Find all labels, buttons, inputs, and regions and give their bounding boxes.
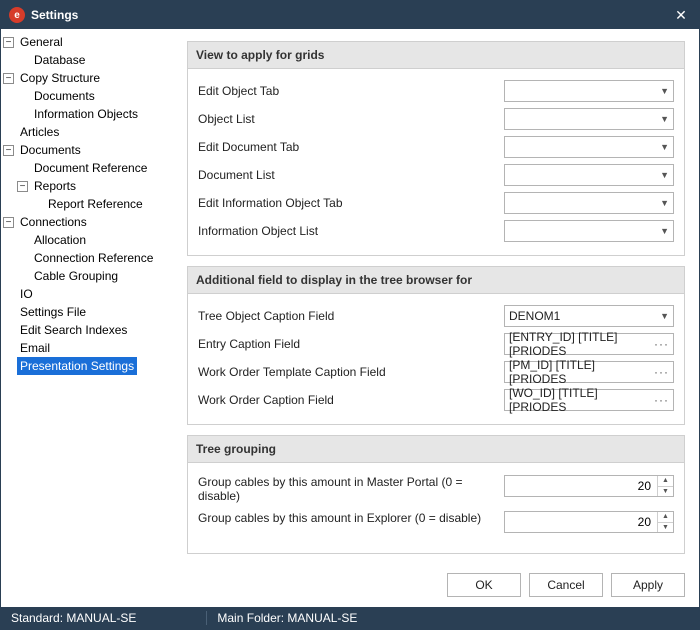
settings-panel: View to apply for grids Edit Object Tab …: [173, 29, 699, 567]
chevron-down-icon: ▼: [660, 226, 669, 236]
expander-icon[interactable]: −: [3, 145, 14, 156]
expander-icon[interactable]: −: [3, 217, 14, 228]
tree-item-general[interactable]: General: [17, 33, 66, 51]
tree-item-connection-reference[interactable]: Connection Reference: [31, 249, 156, 267]
tree-item-settings-file[interactable]: Settings File: [17, 303, 89, 321]
combo-edit-document-tab[interactable]: ▼: [504, 136, 674, 158]
label-object-list: Object List: [198, 112, 504, 126]
input-wo-template-caption[interactable]: [PM_ID] [TITLE] [PRIODES···: [504, 361, 674, 383]
label-info-list: Information Object List: [198, 224, 504, 238]
group-header: Additional field to display in the tree …: [188, 267, 684, 294]
tree-item-cs-info-objects[interactable]: Information Objects: [31, 105, 141, 123]
tree-item-cable-grouping[interactable]: Cable Grouping: [31, 267, 121, 285]
step-down-icon[interactable]: ▼: [658, 523, 673, 533]
tree-item-presentation-settings[interactable]: Presentation Settings: [17, 357, 137, 375]
label-wo-caption: Work Order Caption Field: [198, 393, 504, 407]
label-wo-template-caption: Work Order Template Caption Field: [198, 365, 504, 379]
input-wo-caption[interactable]: [WO_ID] [TITLE] [PRIODES···: [504, 389, 674, 411]
chevron-down-icon: ▼: [660, 86, 669, 96]
combo-tree-object-caption[interactable]: DENOM1▼: [504, 305, 674, 327]
app-icon: e: [9, 7, 25, 23]
step-down-icon[interactable]: ▼: [658, 487, 673, 497]
tree-item-allocation[interactable]: Allocation: [31, 231, 89, 249]
tree-item-reports[interactable]: Reports: [31, 177, 79, 195]
apply-button[interactable]: Apply: [611, 573, 685, 597]
label-edit-info-tab: Edit Information Object Tab: [198, 196, 504, 210]
chevron-down-icon: ▼: [660, 170, 669, 180]
combo-object-list[interactable]: ▼: [504, 108, 674, 130]
window-title: Settings: [31, 8, 671, 22]
ok-button[interactable]: OK: [447, 573, 521, 597]
settings-tree: −General Database −Copy Structure Docume…: [1, 29, 173, 567]
ellipsis-icon[interactable]: ···: [654, 365, 669, 379]
tree-item-articles[interactable]: Articles: [17, 123, 62, 141]
input-entry-caption[interactable]: [ENTRY_ID] [TITLE] [PRIODES···: [504, 333, 674, 355]
dialog-body: −General Database −Copy Structure Docume…: [1, 29, 699, 567]
status-main-folder: Main Folder: MANUAL-SE: [207, 611, 367, 625]
label-document-list: Document List: [198, 168, 504, 182]
combo-edit-info-tab[interactable]: ▼: [504, 192, 674, 214]
statusbar: Standard: MANUAL-SE Main Folder: MANUAL-…: [1, 607, 699, 629]
tree-item-email[interactable]: Email: [17, 339, 53, 357]
expander-icon[interactable]: −: [3, 73, 14, 84]
label-tree-object-caption: Tree Object Caption Field: [198, 309, 504, 323]
step-up-icon[interactable]: ▲: [658, 476, 673, 487]
tree-item-connections[interactable]: Connections: [17, 213, 90, 231]
tree-item-report-reference[interactable]: Report Reference: [45, 195, 146, 213]
tree-item-io[interactable]: IO: [17, 285, 36, 303]
group-additional-field: Additional field to display in the tree …: [187, 266, 685, 425]
combo-document-list[interactable]: ▼: [504, 164, 674, 186]
label-group-master-portal: Group cables by this amount in Master Po…: [198, 475, 504, 503]
chevron-down-icon: ▼: [660, 311, 669, 321]
group-view-grids: View to apply for grids Edit Object Tab …: [187, 41, 685, 256]
step-up-icon[interactable]: ▲: [658, 512, 673, 523]
label-edit-document-tab: Edit Document Tab: [198, 140, 504, 154]
cancel-button[interactable]: Cancel: [529, 573, 603, 597]
tree-item-copy-structure[interactable]: Copy Structure: [17, 69, 103, 87]
settings-window: e Settings ✕ −General Database −Copy Str…: [0, 0, 700, 630]
spinner-group-explorer[interactable]: 20 ▲▼: [504, 511, 674, 533]
group-tree-grouping: Tree grouping Group cables by this amoun…: [187, 435, 685, 554]
chevron-down-icon: ▼: [660, 142, 669, 152]
expander-icon[interactable]: −: [17, 181, 28, 192]
ellipsis-icon[interactable]: ···: [654, 337, 669, 351]
status-standard: Standard: MANUAL-SE: [1, 611, 146, 625]
label-entry-caption: Entry Caption Field: [198, 337, 504, 351]
titlebar: e Settings ✕: [1, 1, 699, 29]
dialog-button-bar: OK Cancel Apply: [1, 567, 699, 607]
chevron-down-icon: ▼: [660, 114, 669, 124]
group-header: Tree grouping: [188, 436, 684, 463]
expander-icon[interactable]: −: [3, 37, 14, 48]
tree-item-database[interactable]: Database: [31, 51, 88, 69]
spinner-group-master-portal[interactable]: 20 ▲▼: [504, 475, 674, 497]
combo-edit-object-tab[interactable]: ▼: [504, 80, 674, 102]
combo-info-list[interactable]: ▼: [504, 220, 674, 242]
group-header: View to apply for grids: [188, 42, 684, 69]
tree-item-documents[interactable]: Documents: [17, 141, 84, 159]
label-group-explorer: Group cables by this amount in Explorer …: [198, 511, 504, 525]
chevron-down-icon: ▼: [660, 198, 669, 208]
ellipsis-icon[interactable]: ···: [654, 393, 669, 407]
tree-item-document-reference[interactable]: Document Reference: [31, 159, 150, 177]
label-edit-object-tab: Edit Object Tab: [198, 84, 504, 98]
tree-item-edit-search-indexes[interactable]: Edit Search Indexes: [17, 321, 130, 339]
tree-item-cs-documents[interactable]: Documents: [31, 87, 98, 105]
close-icon[interactable]: ✕: [671, 7, 691, 24]
